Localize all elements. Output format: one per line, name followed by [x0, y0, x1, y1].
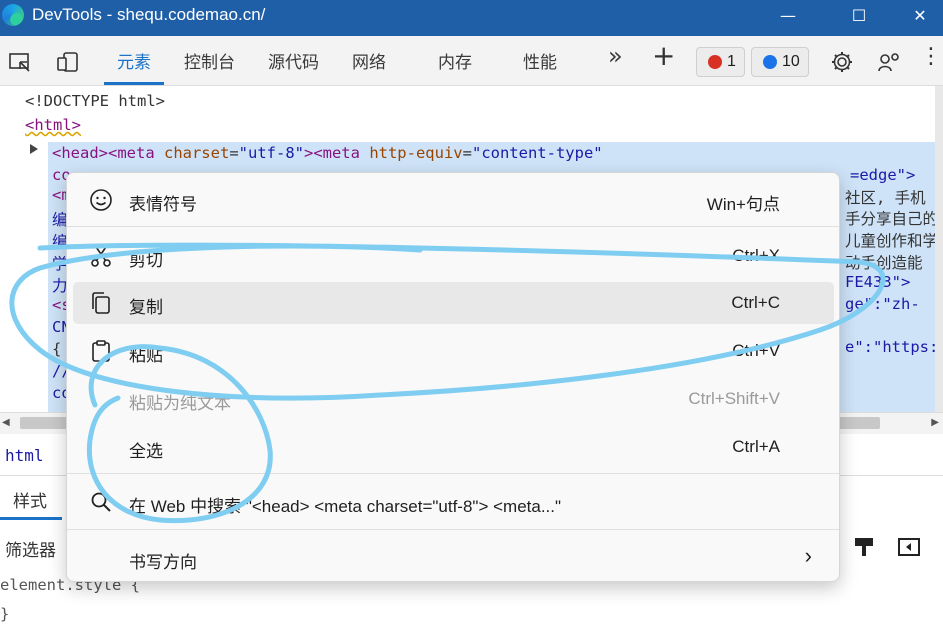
menu-item-select-all[interactable]: 全选 Ctrl+A — [73, 426, 834, 468]
inspect-element-icon[interactable] — [8, 50, 32, 74]
code-fragment: 社区, 手机 — [845, 189, 926, 207]
error-count-badge[interactable]: 1 — [696, 47, 745, 77]
breadcrumb-item-html[interactable]: html — [5, 446, 44, 465]
message-icon — [763, 55, 777, 69]
tab-network[interactable]: 网络 — [352, 48, 386, 73]
menu-item-shortcut: Ctrl+A — [732, 437, 780, 456]
menu-item-label: 粘贴为纯文本 — [129, 394, 231, 413]
message-count-badge[interactable]: 10 — [751, 47, 809, 77]
context-menu: 表情符号 Win+句点 剪切 Ctrl+X 复制 Ctrl+C 粘贴 Ctrl+… — [66, 172, 840, 582]
chevron-right-icon: › — [804, 543, 812, 568]
menu-item-label: 复制 — [129, 298, 163, 317]
toggle-sidebar-icon[interactable] — [896, 535, 922, 559]
menu-item-emoji[interactable]: 表情符号 Win+句点 — [73, 179, 834, 221]
menu-item-shortcut: Ctrl+C — [731, 293, 780, 312]
edge-logo-icon — [2, 4, 24, 26]
menu-item-cut[interactable]: 剪切 Ctrl+X — [73, 235, 834, 277]
menu-item-shortcut: Ctrl+V — [732, 341, 780, 360]
search-icon — [91, 492, 111, 512]
menu-item-writing-direction[interactable]: 书写方向 › — [73, 537, 834, 579]
copy-icon — [92, 292, 110, 314]
menu-separator — [67, 226, 839, 227]
clipboard-icon — [92, 340, 110, 362]
maximize-button[interactable]: ☐ — [836, 0, 882, 36]
expand-arrow-icon[interactable] — [30, 144, 38, 154]
menu-item-label: 剪切 — [129, 251, 163, 270]
scroll-left-icon[interactable]: ◀ — [2, 417, 10, 428]
menu-item-label: 全选 — [129, 442, 163, 461]
customize-icon[interactable] — [877, 50, 901, 74]
head-node-line[interactable]: <head><meta charset="utf-8"><meta http-e… — [52, 144, 603, 162]
doctype-line: <!DOCTYPE html> — [25, 92, 165, 110]
gear-icon[interactable] — [830, 50, 854, 74]
vertical-scrollbar[interactable] — [935, 86, 943, 412]
code-fragment: ge":"zh- — [845, 295, 920, 313]
message-count: 10 — [782, 53, 800, 70]
error-count: 1 — [727, 53, 736, 70]
devtools-toolbar: 元素 控制台 源代码 网络 内存 性能 » + 1 10 ⋮ — [0, 36, 943, 86]
menu-item-paste-plain: 粘贴为纯文本 Ctrl+Shift+V — [73, 378, 834, 420]
menu-item-label: 书写方向 — [129, 553, 197, 572]
more-options-icon[interactable]: ⋮ — [920, 44, 942, 69]
styles-tab-indicator — [0, 517, 62, 520]
filter-input[interactable]: 筛选器 — [5, 536, 56, 561]
menu-item-shortcut: Ctrl+X — [732, 246, 780, 265]
menu-item-web-search[interactable]: 在 Web 中搜索 "<head> <meta charset="utf-8">… — [73, 481, 834, 523]
code-fragment: =edge"> — [850, 166, 916, 184]
minimize-button[interactable]: — — [765, 0, 811, 36]
title-bar: DevTools - shequ.codemao.cn/ — ☐ ✕ — [0, 0, 943, 36]
menu-item-shortcut: Ctrl+Shift+V — [688, 389, 780, 408]
menu-item-copy[interactable]: 复制 Ctrl+C — [73, 282, 834, 324]
menu-separator — [67, 473, 839, 474]
paint-format-icon[interactable] — [851, 535, 877, 559]
html-open-line[interactable]: <html> — [25, 116, 81, 134]
style-rule-close: } — [0, 605, 10, 623]
scroll-right-icon[interactable]: ▶ — [931, 417, 939, 428]
add-tab-icon[interactable]: + — [652, 39, 675, 72]
device-emulation-icon[interactable] — [56, 50, 80, 74]
tab-elements[interactable]: 元素 — [117, 48, 151, 73]
code-fragment: e":"https: — [845, 338, 939, 356]
code-fragment: 动手创造能 — [845, 254, 923, 272]
code-fragment: { — [52, 340, 62, 358]
window-title: DevTools - shequ.codemao.cn/ — [32, 5, 266, 24]
menu-item-label: 在 Web 中搜索 "<head> <meta charset="utf-8">… — [129, 497, 562, 516]
code-fragment: FE433"> — [845, 273, 911, 291]
tab-memory[interactable]: 内存 — [438, 48, 472, 73]
code-fragment: 手分享自己的 — [845, 210, 939, 228]
close-window-button[interactable]: ✕ — [897, 0, 943, 36]
menu-separator — [67, 529, 839, 530]
more-tabs-icon[interactable]: » — [608, 42, 623, 70]
menu-item-shortcut: Win+句点 — [706, 195, 780, 214]
code-fragment: 儿童创作和学 — [845, 232, 939, 250]
tab-performance[interactable]: 性能 — [523, 48, 557, 73]
tab-console[interactable]: 控制台 — [184, 48, 235, 73]
menu-item-paste[interactable]: 粘贴 Ctrl+V — [73, 330, 834, 372]
scissors-icon — [91, 246, 111, 267]
tab-sources[interactable]: 源代码 — [268, 48, 319, 73]
error-icon — [708, 55, 722, 69]
tab-styles[interactable]: 样式 — [13, 487, 47, 512]
emoji-icon — [90, 189, 112, 211]
active-tab-indicator — [104, 82, 164, 85]
menu-item-label: 表情符号 — [129, 195, 197, 214]
menu-item-label: 粘贴 — [129, 346, 163, 365]
